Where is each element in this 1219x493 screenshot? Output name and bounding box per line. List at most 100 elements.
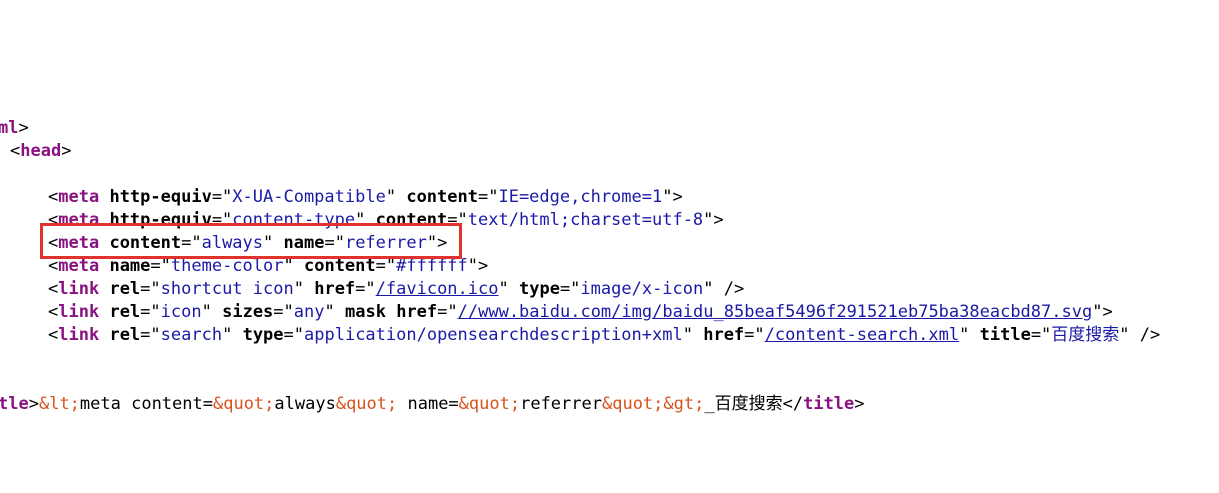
attribute-name: mask [345,302,386,322]
tag-open-bracket: < [48,256,59,276]
attribute-value: always [201,233,264,253]
tag-name: tle [0,394,29,414]
code-line-html-fragment: ml> [0,117,29,140]
attribute-name: sizes [222,302,274,322]
attribute-quote: " [263,233,274,253]
attribute-equals: =" [559,279,581,299]
code-line-link-search: <link rel="search" type="application/ope… [48,324,1160,347]
attribute-equals: =" [375,256,397,276]
attribute-name: http-equiv [109,210,212,230]
attribute-name: content [375,210,448,230]
attribute-quote: " [201,302,212,322]
tag-name: meta [58,233,100,253]
title-text: _百度搜索 [704,394,783,414]
attribute-value: any [293,302,325,322]
attribute-equals: =" [744,325,765,345]
tag-name: ml [0,118,19,138]
attribute-name: name [283,233,325,253]
tag-close-bracket: > [61,141,72,161]
tag-close-bracket: /> [713,279,745,299]
title-text: referrer [520,394,602,414]
code-line-title: tle>&lt;meta content=&quot;always&quot; … [0,393,865,416]
attribute-equals: =" [324,233,345,253]
code-line-meta-x-ua-compatible: <meta http-equiv="X-UA-Compatible" conte… [48,186,683,209]
attribute-quote: " [467,256,479,276]
attribute-value: icon [160,302,202,322]
content-search-link[interactable]: /content-search.xml [765,325,959,345]
tag-open-bracket: < [48,233,59,253]
title-text: name= [397,394,459,414]
tag-name: link [58,325,100,345]
tag-open-bracket: < [48,325,59,345]
code-line-meta-referrer: <meta content="always" name="referrer"> [48,232,447,255]
attribute-value: 百度搜索 [1051,325,1120,345]
title-text: meta content= [79,394,213,414]
attribute-equals: =" [140,279,161,299]
attribute-quote: " [959,325,970,345]
attribute-equals: =" [140,302,161,322]
attribute-equals: =" [437,302,458,322]
attribute-quote: " [703,279,714,299]
tag-close-bracket: > [18,118,29,138]
attribute-quote: " [682,325,693,345]
tag-close-bracket: /> [1129,325,1161,345]
attribute-name: href [396,302,438,322]
attribute-value: content-type [232,210,356,230]
attribute-equals: =" [1030,325,1052,345]
attribute-name: rel [109,279,141,299]
tag-name: title [803,394,855,414]
html-entity: &quot; [212,394,275,414]
attribute-quote: " [1092,302,1103,322]
attribute-equals: =" [447,210,468,230]
attribute-name: href [314,279,356,299]
attribute-value: #ffffff [396,256,468,276]
tag-name: meta [58,256,100,276]
attribute-quote: " [426,233,438,253]
tag-open-bracket: < [48,279,59,299]
tag-name: meta [58,187,100,207]
html-entity: &quot; [601,394,664,414]
attribute-value: image/x-icon [580,279,704,299]
attribute-value: shortcut icon [160,279,294,299]
code-line-link-shortcut-icon: <link rel="shortcut icon" href="/favicon… [48,278,744,301]
html-entity: &gt; [663,394,705,414]
attribute-value: theme-color [170,256,284,276]
tag-open-bracket: < [10,141,21,161]
attribute-quote: " [498,279,509,299]
attribute-name: href [703,325,745,345]
attribute-value: referrer [344,233,427,253]
attribute-quote: " [662,187,673,207]
source-code-viewer: ml> <head> <meta http-equiv="X-UA-Compat… [0,0,1219,493]
attribute-quote: " [222,325,233,345]
code-line-meta-content-type: <meta http-equiv="content-type" content=… [48,209,724,232]
favicon-link[interactable]: /favicon.ico [376,279,499,299]
html-entity: &lt; [38,394,80,414]
attribute-quote: " [1119,325,1130,345]
attribute-name: content [303,256,376,276]
svg-icon-link[interactable]: //www.baidu.com/img/baidu_85beaf5496f291… [458,302,1093,322]
attribute-equals: =" [283,325,305,345]
attribute-name: name [109,256,151,276]
tag-open-bracket: < [48,302,59,322]
code-line-meta-theme-color: <meta name="theme-color" content="#fffff… [48,255,488,278]
attribute-equals: =" [211,187,233,207]
tag-name: head [20,141,62,161]
title-text: always [274,394,336,414]
tag-open-bracket: < [48,210,59,230]
attribute-quote: " [324,302,335,322]
attribute-equals: =" [273,302,294,322]
attribute-name: http-equiv [109,187,212,207]
tag-close-bracket: > [713,210,724,230]
attribute-value: X-UA-Compatible [232,187,386,207]
attribute-equals: =" [355,279,376,299]
attribute-quote: " [293,279,304,299]
attribute-name: type [518,279,560,299]
attribute-value: text/html;charset=utf-8 [467,210,704,230]
attribute-name: content [406,187,478,207]
attribute-equals: =" [150,256,171,276]
tag-close-bracket: > [478,256,489,276]
tag-name: link [58,302,100,322]
html-entity: &quot; [458,394,521,414]
attribute-name: rel [109,302,141,322]
tag-close-bracket: > [28,394,39,414]
